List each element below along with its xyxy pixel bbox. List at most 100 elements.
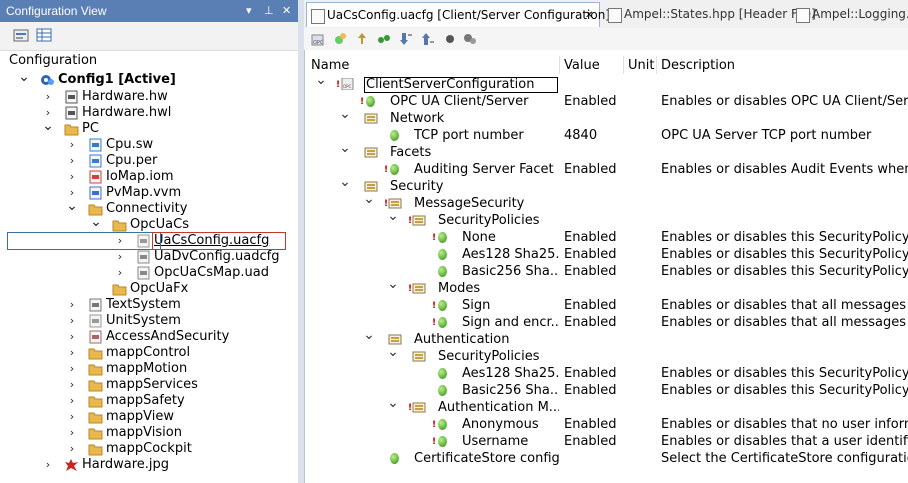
collapse-chevron-icon[interactable]: ⌄ [88,215,104,233]
column-header-unit[interactable]: Unit [628,58,654,73]
parameter-value[interactable]: Enabled [564,246,626,263]
tree-item[interactable]: › UnitSystem [0,313,298,329]
grid-row[interactable]: ! None Enabled Enables or disables this Sec… [304,229,908,246]
collapse-chevron-icon[interactable]: ⌄ [386,276,400,293]
expand-all-icon[interactable] [376,31,392,47]
expand-chevron-icon[interactable]: › [40,89,56,105]
grid-row[interactable]: TCP port number 4840 OPC UA Server TCP por… [304,127,908,144]
tree-item[interactable]: ⌄ Connectivity [0,199,298,217]
grid-row[interactable]: ! Auditing Server Facet Enabled Enables or … [304,161,908,178]
tab-close-icon[interactable]: ✕ [585,3,593,28]
parameter-value[interactable]: Enabled [564,93,626,110]
collapse-chevron-icon[interactable]: ⌄ [64,199,80,217]
tree-item[interactable]: › Cpu.sw [0,137,298,153]
expand-chevron-icon[interactable]: › [64,169,80,185]
expand-chevron-icon[interactable]: › [112,265,128,281]
parameter-value[interactable]: Enabled [564,365,626,382]
grid-row[interactable]: ⌄! Modes [304,276,908,297]
collapse-chevron-icon[interactable]: ⌄ [338,106,352,123]
collapse-chevron-icon[interactable]: ⌄ [386,344,400,361]
parameter-value[interactable]: Enabled [564,433,626,450]
grid-row[interactable]: CertificateStore config... Select the Cer… [304,450,908,467]
column-divider[interactable] [623,56,624,74]
tree-item[interactable]: ⌄ PC [0,119,298,137]
expand-chevron-icon[interactable]: › [64,297,80,313]
sort-down-icon[interactable] [398,31,414,47]
properties-icon[interactable] [13,27,29,43]
sort-up-icon[interactable] [420,31,436,47]
grid-row[interactable]: ⌄! OPC ClientServerConfiguration [304,76,908,93]
tree-item[interactable]: › UaCsConfig.uacfg [0,232,298,250]
grid-row[interactable]: ⌄ SecurityPolicies [304,344,908,365]
tree-item[interactable]: OpcUaFx [0,281,298,297]
grid-row[interactable]: ! Username Enabled Enables or disables that… [304,433,908,450]
record-icon[interactable] [442,31,458,47]
tree-item[interactable]: › PvMap.vvm [0,185,298,201]
column-header-name[interactable]: Name [311,58,349,73]
expand-chevron-icon[interactable]: › [64,393,80,409]
tree-item[interactable]: › OpcUaCsMap.uad [0,265,298,281]
expand-chevron-icon[interactable]: › [112,249,128,265]
tree-item[interactable]: › mappServices [0,377,298,393]
parameter-value[interactable]: Enabled [564,229,626,246]
grid-row[interactable]: ⌄ Facets [304,140,908,161]
tree-item[interactable]: › mappMotion [0,361,298,377]
parameter-value[interactable]: Enabled [564,161,626,178]
grid-row[interactable]: Aes128 Sha25... Enabled Enables or disable… [304,365,908,382]
panel-menu-icon[interactable]: ▾ [246,0,252,22]
opc-add-icon[interactable]: OPC [310,31,326,47]
move-icon[interactable] [354,31,370,47]
tab-logging-hpp[interactable]: Ampel::Logging.hp [792,2,908,27]
tree-item[interactable]: › mappView [0,409,298,425]
column-header-value[interactable]: Value [564,58,600,73]
collapse-chevron-icon[interactable]: ⌄ [362,327,376,344]
tree-item[interactable]: › mappControl [0,345,298,361]
expand-chevron-icon[interactable]: › [64,345,80,361]
panel-pin-icon[interactable]: ⊥ [264,0,274,22]
parameter-value[interactable]: Enabled [564,297,626,314]
grid-row[interactable]: ! Anonymous Enabled Enables or disables tha… [304,416,908,433]
collapse-chevron-icon[interactable]: ⌄ [338,140,352,157]
collapse-chevron-icon[interactable]: ⌄ [386,208,400,225]
tree-item[interactable]: › TextSystem [0,297,298,313]
collapse-chevron-icon[interactable]: ⌄ [314,76,328,89]
expand-chevron-icon[interactable]: › [64,153,80,169]
panel-close-icon[interactable]: ✕ [282,0,291,22]
expand-chevron-icon[interactable]: › [64,313,80,329]
expand-chevron-icon[interactable]: › [64,361,80,377]
parameter-value[interactable]: Enabled [564,314,626,331]
collapse-chevron-icon[interactable]: ⌄ [16,70,32,88]
grid-row[interactable]: ! OPC UA Client/Server Enabled Enables or d… [304,93,908,110]
tree-item[interactable]: › Hardware.hw [0,89,298,105]
parameter-value[interactable]: Enabled [564,382,626,399]
parameter-value[interactable]: Enabled [564,263,626,280]
expand-chevron-icon[interactable]: › [64,441,80,457]
grid-row[interactable]: ! Sign Enabled Enables or disables that all… [304,297,908,314]
tab-uacsconfig[interactable]: UaCsConfig.uacfg [Client/Server Configur… [306,2,610,28]
tree-item[interactable]: › IoMap.iom [0,169,298,185]
expand-chevron-icon[interactable]: › [64,409,80,425]
tree-item[interactable]: › Cpu.per [0,153,298,169]
collapse-chevron-icon[interactable]: ⌄ [40,119,56,137]
column-divider[interactable] [559,56,560,74]
tree-item[interactable]: ⌄ Config1 [Active] [0,70,298,88]
tree-item[interactable]: › AccessAndSecurity [0,329,298,345]
parameter-value[interactable]: Enabled [564,416,626,433]
expand-chevron-icon[interactable]: › [64,329,80,345]
collapse-chevron-icon[interactable]: ⌄ [386,395,400,412]
add-node-icon[interactable] [332,31,348,47]
collapse-chevron-icon[interactable]: ⌄ [338,174,352,191]
table-view-icon[interactable] [36,27,52,43]
tree-item[interactable]: ⌄ OpcUaCs [0,215,298,233]
expand-chevron-icon[interactable]: › [40,457,56,473]
parameter-value[interactable]: 4840 [564,127,626,144]
tree-item[interactable]: › UaDvConfig.uadcfg [0,249,298,265]
settings-icon[interactable] [462,31,478,47]
grid-row[interactable]: ⌄! Authentication M... [304,395,908,416]
column-header-description[interactable]: Description [661,58,735,73]
column-divider[interactable] [656,56,657,74]
grid-row[interactable]: Aes128 Sha25... Enabled Enables or disable… [304,246,908,263]
grid-row[interactable]: ! Sign and encr... Enabled Enables or disab… [304,314,908,331]
collapse-chevron-icon[interactable]: ⌄ [362,191,376,208]
tree-item[interactable]: › mappCockpit [0,441,298,457]
